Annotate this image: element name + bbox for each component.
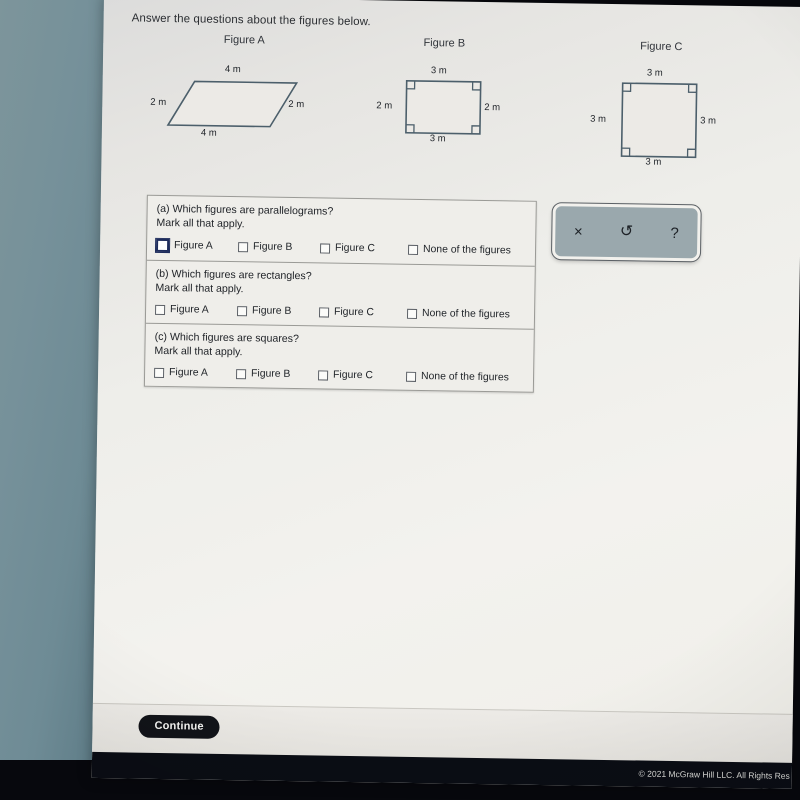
checkbox-a-figure-c[interactable] xyxy=(319,243,331,254)
option-a-none-label: None of the figures xyxy=(422,244,511,257)
option-a-figure-b-label: Figure B xyxy=(252,241,293,254)
question-a: (a) Which figures are parallelograms? Ma… xyxy=(147,196,536,266)
option-c-figure-a-label: Figure A xyxy=(169,367,208,379)
lesson-page: Answer the questions about the figures b… xyxy=(91,0,800,789)
option-b-none[interactable]: None of the figures xyxy=(406,308,510,321)
option-c-figure-a[interactable]: Figure A xyxy=(154,367,236,379)
option-c-none-label: None of the figures xyxy=(420,371,509,384)
option-c-figure-b-label: Figure B xyxy=(250,368,291,381)
option-a-figure-a-label: Figure A xyxy=(173,240,213,252)
figure-a-shape: 4 m 4 m 2 m 2 m xyxy=(148,59,339,157)
option-a-figure-c-label: Figure C xyxy=(334,242,375,255)
answer-toolbar: × ↺ ? xyxy=(550,202,702,263)
checkbox-c-figure-a[interactable] xyxy=(154,367,165,378)
figure-c-dim-top: 3 m xyxy=(646,67,663,79)
option-c-none[interactable]: None of the figures xyxy=(405,371,509,384)
figure-c-dim-right: 3 m xyxy=(700,115,717,127)
figure-c-title: Figure C xyxy=(640,40,683,54)
checkbox-b-figure-a[interactable] xyxy=(155,304,166,315)
checkbox-c-none[interactable] xyxy=(405,371,417,382)
option-c-figure-c[interactable]: Figure C xyxy=(317,369,406,382)
option-a-figure-a[interactable]: Figure A xyxy=(155,238,238,253)
continue-button[interactable]: Continue xyxy=(138,714,220,739)
figure-c: Figure C 3 m 3 m 3 m 3 m xyxy=(579,40,741,182)
option-c-figure-c-label: Figure C xyxy=(332,369,373,382)
question-b: (b) Which figures are rectangles? Mark a… xyxy=(145,259,535,329)
figure-b-shape: 3 m 3 m 2 m 2 m xyxy=(368,62,519,159)
checkbox-b-figure-b[interactable] xyxy=(236,305,248,316)
checkbox-a-figure-a[interactable] xyxy=(155,238,170,253)
option-b-figure-a-label: Figure A xyxy=(169,304,209,316)
question-card: (a) Which figures are parallelograms? Ma… xyxy=(143,194,537,394)
figure-c-dim-left: 3 m xyxy=(590,113,607,125)
figure-b: Figure B 3 m 3 m 2 m 2 m xyxy=(367,36,519,168)
figure-a-dim-left: 2 m xyxy=(150,96,167,108)
option-b-none-label: None of the figures xyxy=(421,308,510,321)
option-b-figure-c-label: Figure C xyxy=(333,306,374,319)
checkbox-b-none[interactable] xyxy=(406,308,418,319)
option-a-figure-c[interactable]: Figure C xyxy=(319,242,408,255)
question-c: (c) Which figures are squares? Mark all … xyxy=(144,322,534,393)
figure-a-dim-bottom: 4 m xyxy=(200,127,217,139)
figure-b-dim-top: 3 m xyxy=(430,65,447,77)
figure-b-dim-left: 2 m xyxy=(376,100,393,112)
question-c-options: Figure A Figure B Figure C None of the f… xyxy=(154,367,524,384)
checkbox-c-figure-b[interactable] xyxy=(236,368,247,380)
option-b-figure-b-label: Figure B xyxy=(251,305,292,318)
option-b-figure-a[interactable]: Figure A xyxy=(155,304,237,316)
checkbox-a-figure-b[interactable] xyxy=(237,241,249,252)
option-c-figure-b[interactable]: Figure B xyxy=(236,368,318,380)
page-title: Answer the questions about the figures b… xyxy=(131,12,371,29)
figure-a-title: Figure A xyxy=(223,33,265,47)
help-icon[interactable]: ? xyxy=(670,224,679,241)
checkbox-b-figure-c[interactable] xyxy=(318,307,330,318)
figure-b-title: Figure B xyxy=(423,37,466,50)
option-a-figure-b[interactable]: Figure B xyxy=(237,241,320,254)
option-a-none[interactable]: None of the figures xyxy=(407,244,511,257)
copyright-text: © 2021 McGraw Hill LLC. All Rights Res xyxy=(638,768,790,781)
option-b-figure-c[interactable]: Figure C xyxy=(318,306,407,319)
close-icon[interactable]: × xyxy=(574,223,583,240)
screen-photo: Answer the questions about the figures b… xyxy=(0,0,800,800)
figure-b-dim-right: 2 m xyxy=(484,101,501,114)
option-b-figure-b[interactable]: Figure B xyxy=(236,305,319,318)
parallelogram-icon xyxy=(166,80,299,128)
figure-a-dim-right: 2 m xyxy=(288,98,305,111)
question-a-options: Figure A Figure B Figure C None of the f… xyxy=(155,238,526,258)
figure-b-dim-bottom: 3 m xyxy=(429,133,446,145)
device-bezel-left xyxy=(0,0,104,760)
figure-a: Figure A 4 m 4 m 2 m 2 m xyxy=(147,33,339,166)
figure-c-shape: 3 m 3 m 3 m 3 m xyxy=(579,66,740,168)
figure-a-dim-top: 4 m xyxy=(224,63,241,76)
checkbox-c-figure-c[interactable] xyxy=(317,370,329,381)
question-b-options: Figure A Figure B Figure C None of the f… xyxy=(155,304,525,321)
checkbox-a-none[interactable] xyxy=(407,244,419,255)
undo-icon[interactable]: ↺ xyxy=(620,223,634,240)
figure-c-dim-bottom: 3 m xyxy=(645,156,662,168)
